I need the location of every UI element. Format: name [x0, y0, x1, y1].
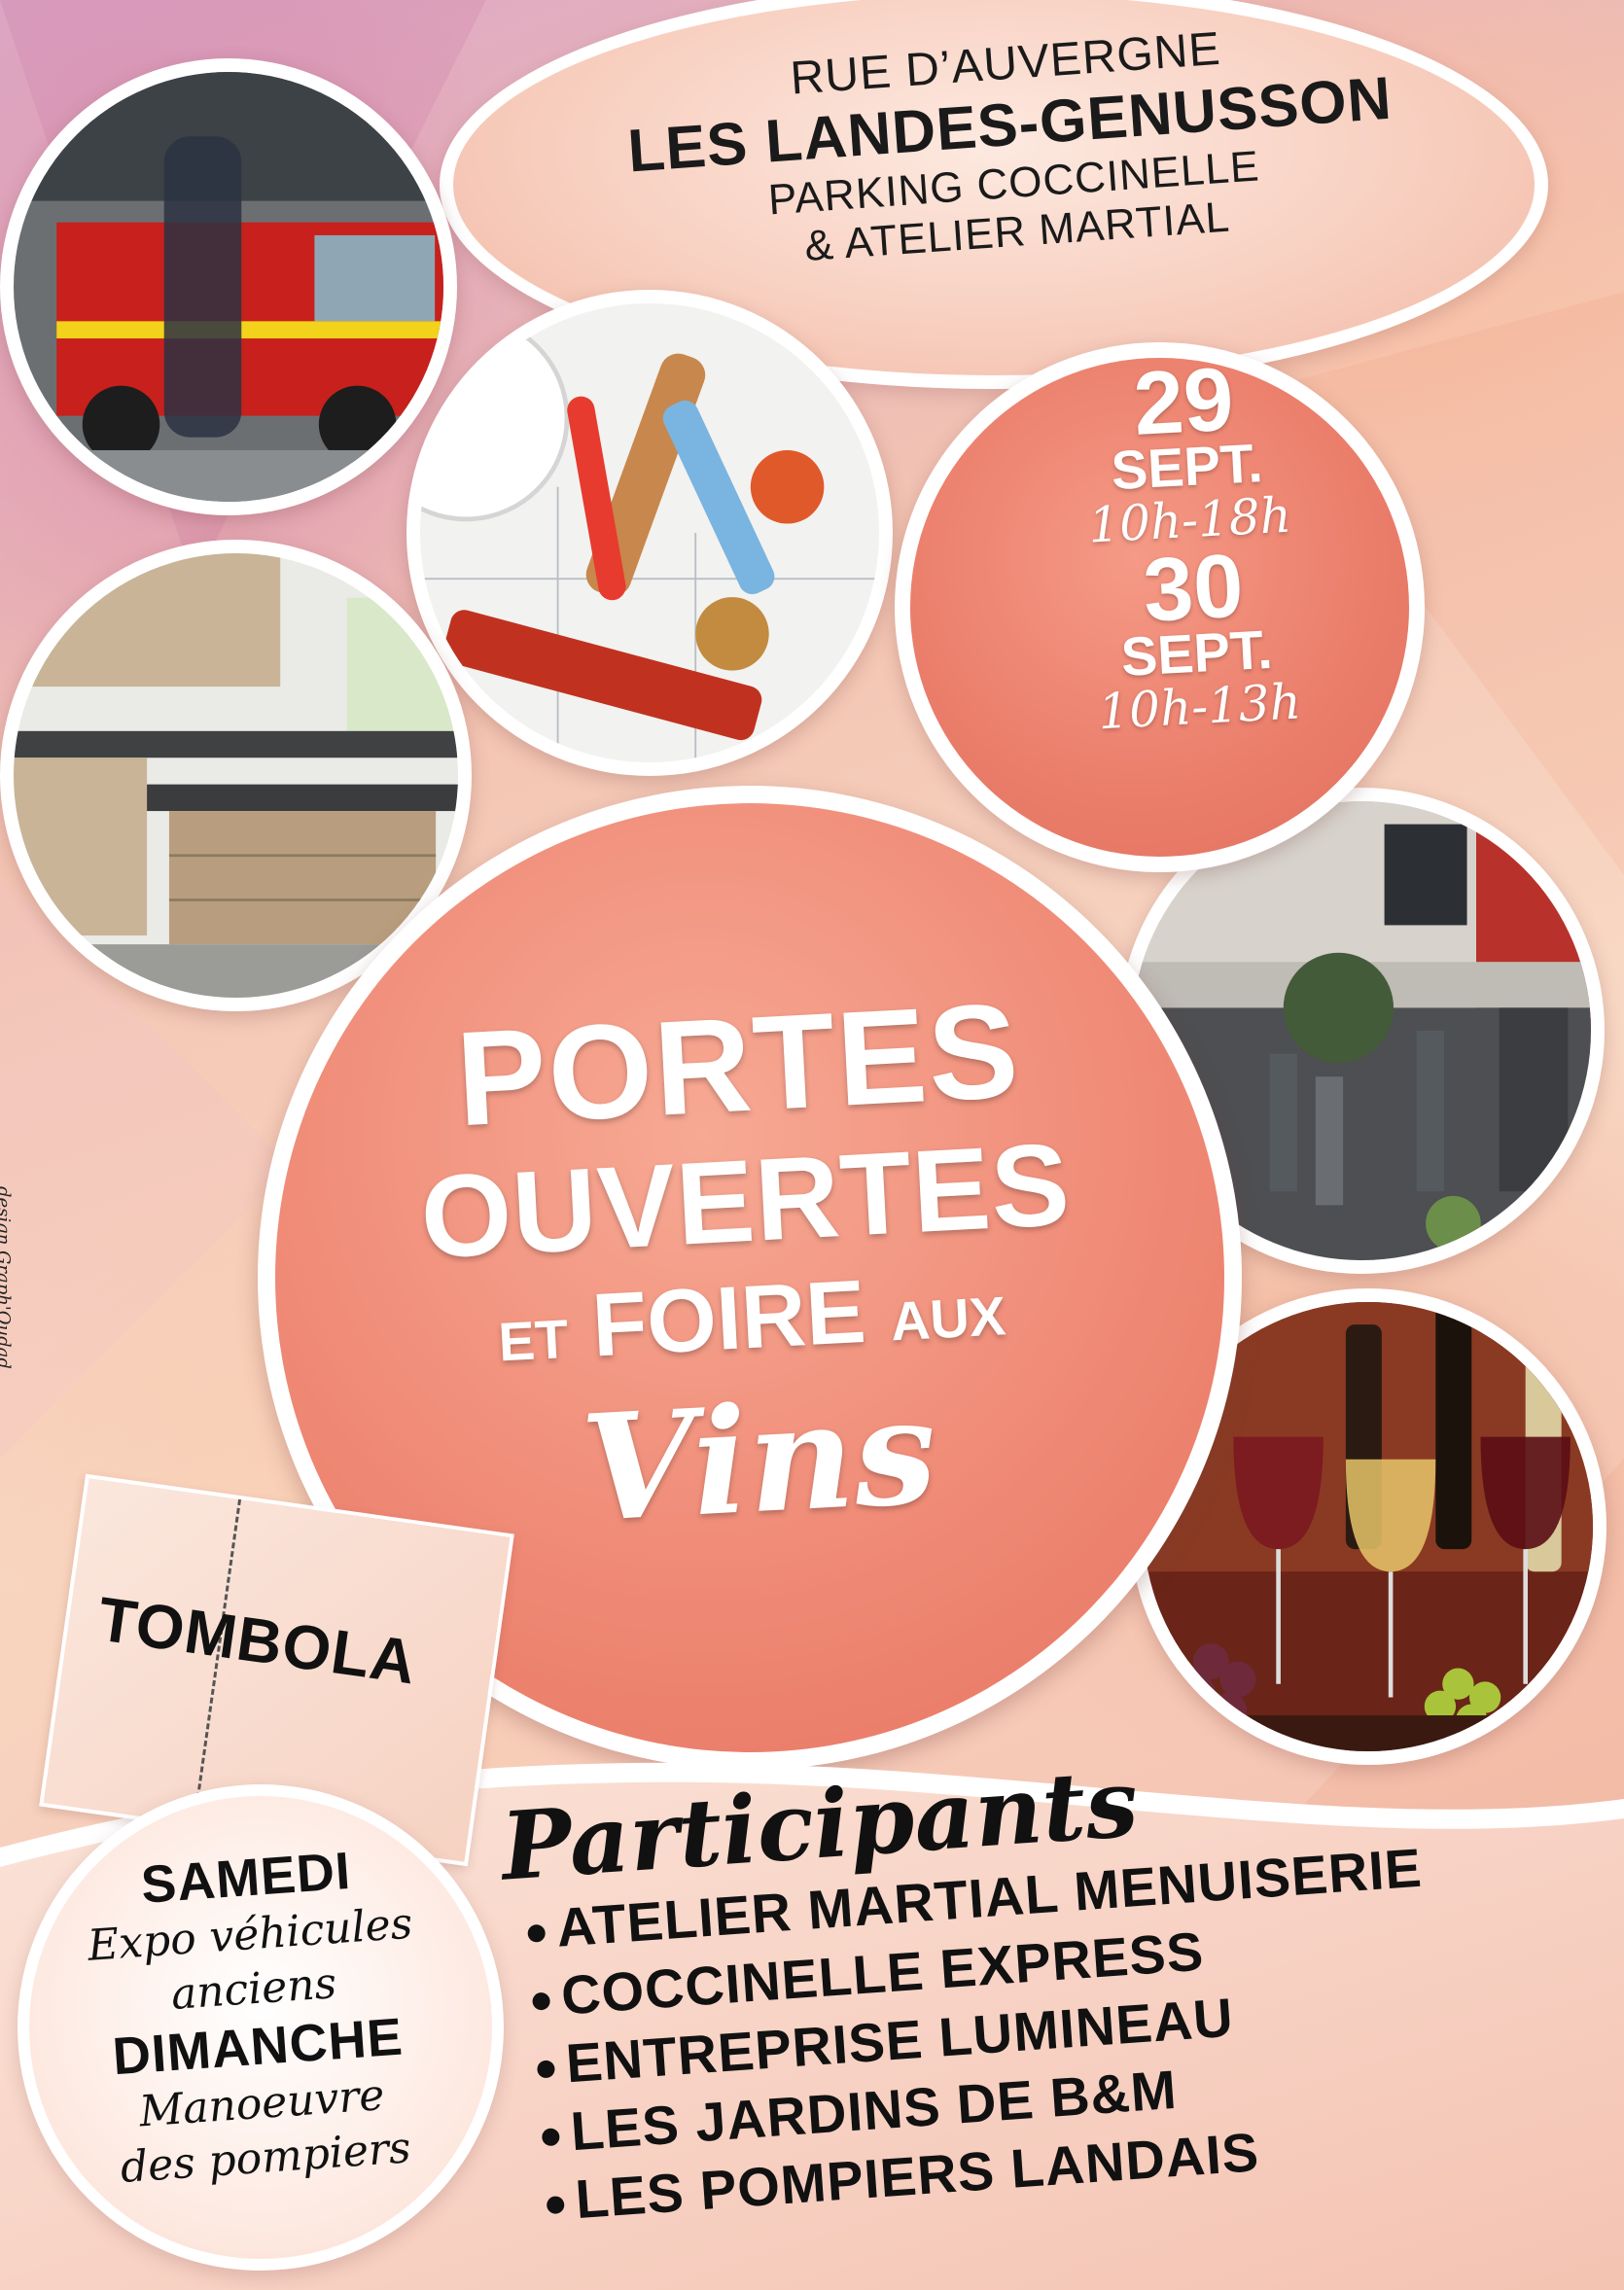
plumbing-tools-photo-frame	[406, 290, 893, 776]
headline-aux: AUX	[889, 1285, 1007, 1353]
fire-truck-photo-frame	[0, 58, 457, 515]
bullet-icon	[527, 1923, 547, 1944]
kitchen-photo	[14, 553, 458, 998]
headline-block: PORTES OUVERTES ET FOIRE AUX Vins	[278, 969, 1219, 1562]
bullet-icon	[536, 2060, 556, 2079]
headline-foire: FOIRE	[589, 1261, 868, 1376]
plumbing-tools-photo	[420, 303, 879, 762]
headline-et: ET	[497, 1307, 570, 1373]
fire-truck-photo	[14, 72, 443, 502]
program-block: SAMEDI Expo véhicules anciens DIMANCHE M…	[35, 1833, 476, 2200]
dates-block: 29 SEPT. 10h-18h 30 SEPT. 10h-13h	[997, 350, 1386, 744]
bullet-icon	[541, 2128, 560, 2147]
bullet-icon	[546, 2196, 565, 2215]
bullet-icon	[531, 1991, 551, 2011]
designer-credit: design Graph'Oudad	[0, 1186, 14, 1369]
participants-list: ATELIER MARTIAL MENUISERIE COCCINELLE EX…	[525, 1834, 1443, 2236]
